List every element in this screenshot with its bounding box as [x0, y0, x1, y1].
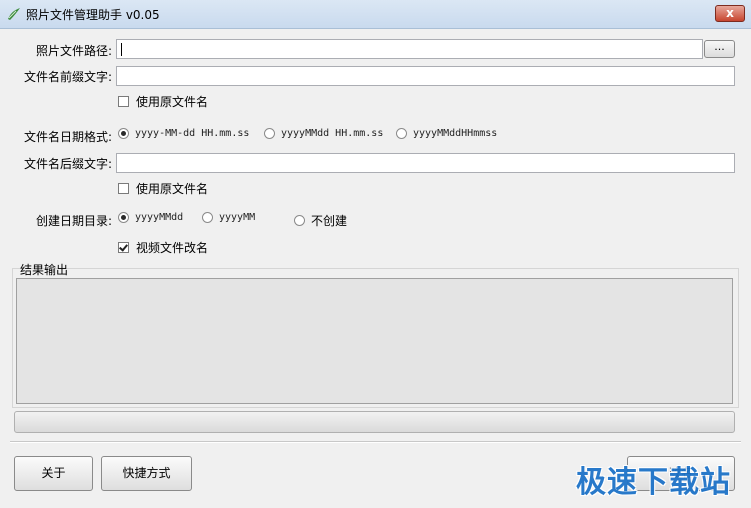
suffix-label: 文件名后缀文字:: [23, 157, 112, 171]
create-dir-label: 创建日期目录:: [35, 214, 112, 228]
checkbox-box[interactable]: [118, 183, 129, 194]
path-label: 照片文件路径:: [35, 44, 112, 58]
progress-bar: [14, 411, 735, 433]
divider: [10, 441, 741, 443]
output-label: 结果输出: [20, 263, 69, 277]
dir-option-yyyymmdd[interactable]: yyyyMMdd: [118, 212, 183, 223]
radio-button[interactable]: [118, 128, 129, 139]
checkbox-box[interactable]: [118, 242, 129, 253]
about-button[interactable]: 关于: [14, 456, 93, 491]
close-button[interactable]: x: [715, 5, 745, 22]
radio-button[interactable]: [294, 215, 305, 226]
date-format-label: 文件名日期格式:: [23, 130, 112, 144]
radio-label: yyyyMMdd: [135, 212, 184, 223]
checkbox-label: 使用原文件名: [136, 95, 209, 109]
radio-label: 不创建: [311, 214, 348, 228]
radio-button[interactable]: [396, 128, 407, 139]
suffix-use-original-checkbox[interactable]: 使用原文件名: [118, 180, 208, 197]
checkbox-label: 使用原文件名: [136, 182, 209, 196]
browse-button[interactable]: ...: [704, 40, 735, 58]
date-format-option-3[interactable]: yyyyMMddHHmmss: [396, 128, 497, 139]
prefix-label: 文件名前缀文字:: [23, 70, 112, 84]
date-format-option-1[interactable]: yyyy-MM-dd HH.mm.ss: [118, 128, 249, 139]
date-format-option-2[interactable]: yyyyMMdd HH.mm.ss: [264, 128, 383, 139]
shortcut-button[interactable]: 快捷方式: [101, 456, 192, 491]
window-title: 照片文件管理助手 v0.05: [26, 8, 160, 22]
suffix-input[interactable]: [116, 153, 735, 173]
checkbox-box[interactable]: [118, 96, 129, 107]
app-logo-icon: [8, 8, 20, 20]
dir-option-yyyymm[interactable]: yyyyMM: [202, 212, 255, 223]
checkbox-label: 视频文件改名: [136, 241, 209, 255]
output-textarea[interactable]: [16, 278, 733, 404]
prefix-use-original-checkbox[interactable]: 使用原文件名: [118, 93, 208, 110]
radio-button[interactable]: [118, 212, 129, 223]
title-bar: 照片文件管理助手 v0.05 x: [0, 0, 751, 29]
radio-label: yyyyMM: [219, 212, 256, 223]
text-cursor: [121, 43, 122, 56]
prefix-input[interactable]: [116, 66, 735, 86]
watermark-text: 极速下载站: [576, 465, 731, 500]
radio-label: yyyyMMddHHmmss: [413, 128, 498, 139]
path-input[interactable]: [116, 39, 703, 59]
rename-video-checkbox[interactable]: 视频文件改名: [118, 239, 208, 256]
radio-label: yyyyMMdd HH.mm.ss: [281, 128, 384, 139]
radio-button[interactable]: [202, 212, 213, 223]
radio-button[interactable]: [264, 128, 275, 139]
dir-option-none[interactable]: 不创建: [294, 212, 347, 229]
radio-label: yyyy-MM-dd HH.mm.ss: [135, 128, 250, 139]
